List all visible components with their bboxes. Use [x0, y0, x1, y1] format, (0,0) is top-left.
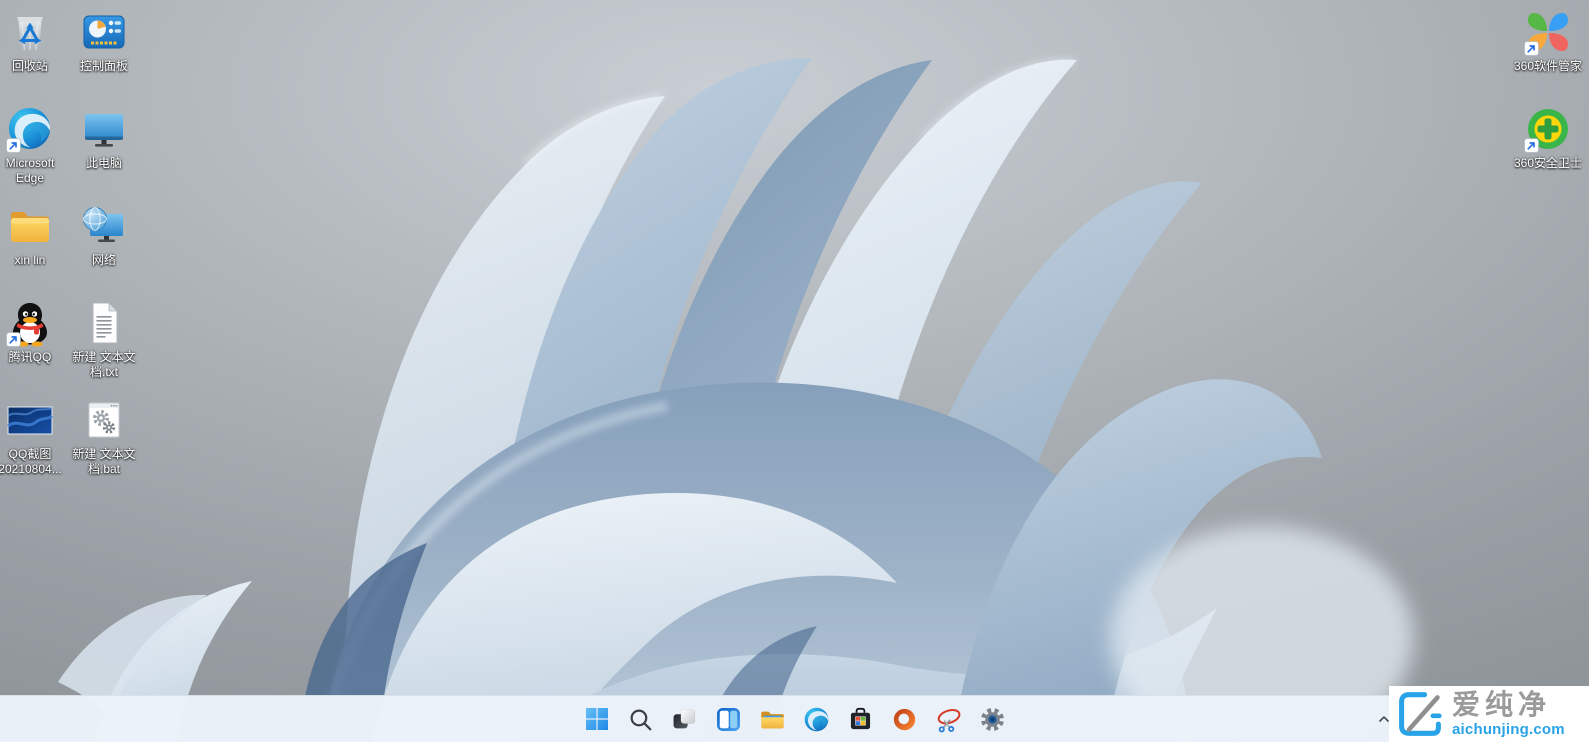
- desktop-icon-360-safe-guard[interactable]: 360安全卫士: [1510, 103, 1586, 200]
- snipping-tool-button[interactable]: [929, 699, 969, 739]
- shortcut-arrow-icon: [1524, 41, 1539, 56]
- desktop-icon-column-1: 回收站 Microsoft Edge xin lin 腾讯QQ QQ截图 202…: [0, 6, 68, 491]
- taskbar-center-buttons: [575, 696, 1015, 742]
- desktop-wallpaper: [0, 0, 1589, 742]
- office-ring-icon: [891, 706, 918, 733]
- desktop-icon-label: 回收站: [12, 59, 48, 74]
- batch-file-gears-icon: [80, 396, 128, 444]
- monitor-icon: [80, 105, 128, 153]
- desktop-icon-column-right: 360软件管家 360安全卫士: [1510, 6, 1586, 200]
- office-button[interactable]: [885, 699, 925, 739]
- task-view-button[interactable]: [665, 699, 705, 739]
- desktop-icon-qq-screenshot-image[interactable]: QQ截图 20210804...: [0, 394, 68, 491]
- shortcut-arrow-icon: [1524, 138, 1539, 153]
- desktop-icon-360-software-manager[interactable]: 360软件管家: [1510, 6, 1586, 103]
- settings-gear-icon: [979, 706, 1006, 733]
- widgets-icon: [716, 707, 741, 732]
- start-button[interactable]: [577, 699, 617, 739]
- shortcut-arrow-icon: [6, 138, 21, 153]
- taskbar: [0, 695, 1589, 742]
- windows-start-icon: [585, 707, 609, 731]
- desktop-icon-this-pc[interactable]: 此电脑: [66, 103, 142, 200]
- folder-icon: [6, 202, 54, 250]
- desktop-icon-label: 360软件管家: [1514, 59, 1582, 74]
- aichunjing-logo-icon: [1396, 691, 1444, 737]
- search-icon: [628, 707, 653, 732]
- edge-button[interactable]: [797, 699, 837, 739]
- desktop-icon-label: QQ截图 20210804...: [0, 447, 62, 476]
- watermark-brand: 爱纯净: [1452, 691, 1565, 719]
- desktop-icon-microsoft-edge[interactable]: Microsoft Edge: [0, 103, 68, 200]
- desktop-icon-network[interactable]: 网络: [66, 200, 142, 297]
- desktop-icon-label: Microsoft Edge: [6, 156, 55, 185]
- task-view-icon: [672, 707, 697, 732]
- file-explorer-folder-icon: [759, 706, 786, 733]
- recycle-bin-icon: [6, 8, 54, 56]
- snipping-tool-scissors-icon: [935, 706, 962, 733]
- desktop-icon-new-text-document-bat[interactable]: 新建 文本文 档.bat: [66, 394, 142, 491]
- desktop-icon-control-panel[interactable]: 控制面板: [66, 6, 142, 103]
- windows-11-desktop: { "desktop": { "column1": [ {"id": "recy…: [0, 0, 1589, 742]
- microsoft-store-button[interactable]: [841, 699, 881, 739]
- desktop-icon-label: 网络: [92, 253, 116, 268]
- file-explorer-button[interactable]: [753, 699, 793, 739]
- watermark-domain: aichunjing.com: [1452, 722, 1565, 737]
- desktop-icon-label: 新建 文本文 档.txt: [72, 350, 135, 379]
- desktop-icon-label: 360安全卫士: [1514, 156, 1582, 171]
- desktop-icon-label: 腾讯QQ: [9, 350, 52, 365]
- desktop-icon-label: xin lin: [15, 253, 46, 268]
- widgets-button[interactable]: [709, 699, 749, 739]
- desktop-icon-recycle-bin[interactable]: 回收站: [0, 6, 68, 103]
- desktop-icon-label: 新建 文本文 档.bat: [72, 447, 135, 476]
- text-file-icon: [80, 299, 128, 347]
- edge-icon: [803, 706, 830, 733]
- control-panel-icon: [80, 8, 128, 56]
- search-button[interactable]: [621, 699, 661, 739]
- desktop-icon-xin-lin-folder[interactable]: xin lin: [0, 200, 68, 297]
- network-globe-icon: [80, 202, 128, 250]
- settings-button[interactable]: [973, 699, 1013, 739]
- desktop-icon-label: 控制面板: [80, 59, 128, 74]
- watermark: 爱纯净 aichunjing.com: [1389, 686, 1589, 742]
- shortcut-arrow-icon: [6, 332, 21, 347]
- desktop-icon-tencent-qq[interactable]: 腾讯QQ: [0, 297, 68, 394]
- desktop-icon-label: 此电脑: [86, 156, 122, 171]
- watermark-text: 爱纯净 aichunjing.com: [1452, 691, 1565, 737]
- image-thumbnail-icon: [6, 396, 54, 444]
- store-bag-icon: [847, 706, 874, 733]
- desktop-icon-column-2: 控制面板 此电脑 网络 新建 文本文 档.txt 新建 文本文 档.bat: [66, 6, 142, 491]
- desktop-icon-new-text-document-txt[interactable]: 新建 文本文 档.txt: [66, 297, 142, 394]
